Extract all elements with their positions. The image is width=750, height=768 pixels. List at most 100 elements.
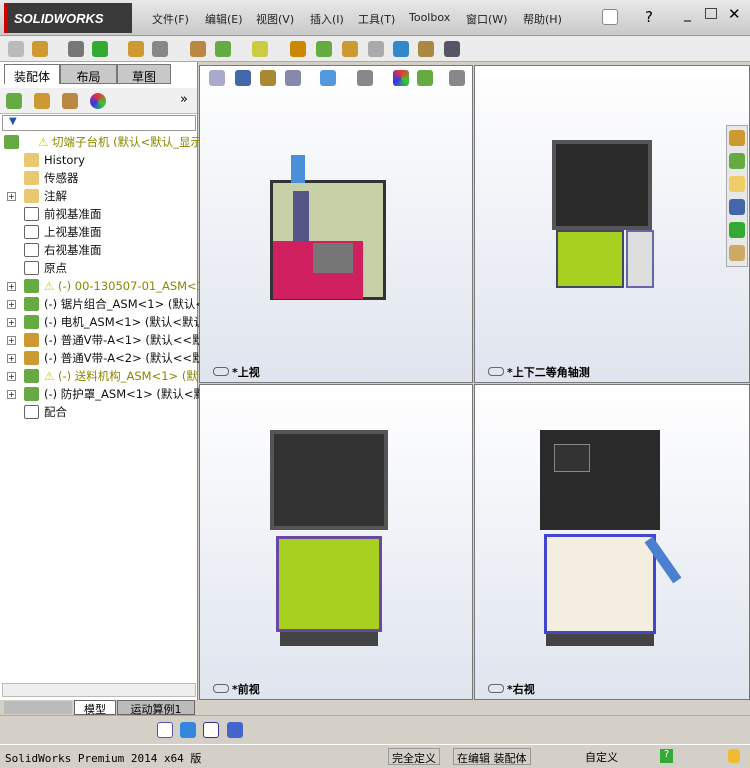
tree-item-label: (-) 防护罩_ASM<1> (默认<默: [44, 387, 205, 401]
tree-item-icon: [24, 153, 39, 167]
tree-item-icon: [24, 171, 39, 185]
tree-item-icon: [24, 225, 39, 239]
view-name: *上视: [213, 364, 260, 380]
menu-item[interactable]: 插入(I): [310, 11, 344, 27]
menu-item[interactable]: 帮助(H): [523, 11, 562, 27]
report-icon[interactable]: [227, 722, 243, 738]
tree-item[interactable]: 原点: [4, 259, 198, 277]
view-label-top: *上视: [199, 65, 473, 383]
tree-item-label: (-) 普通V带-A<2> (默认<<默: [44, 351, 204, 365]
menu-item[interactable]: 窗口(W): [466, 11, 507, 27]
toolbar-tool-icon[interactable]: [152, 41, 168, 57]
tree-item[interactable]: ⚠ 切端子台机 (默认<默认_显示: [0, 133, 202, 151]
tree-item-label: (-) 00-130507-01_ASM<1>: [57, 279, 214, 293]
menu-item[interactable]: 工具(T): [358, 11, 395, 27]
tree-item-icon: [24, 315, 39, 329]
warning-icon: ⚠: [38, 135, 52, 149]
tag-icon[interactable]: [728, 749, 740, 763]
status-editing: 在编辑 装配体: [453, 748, 531, 765]
close-button[interactable]: ✕: [728, 5, 741, 23]
units-selector[interactable]: 自定义: [582, 748, 621, 765]
view-toolbar-bottom: [0, 715, 750, 744]
maximize-button[interactable]: [705, 8, 717, 19]
tree-item-label: (-) 送料机构_ASM<1> (默: [57, 369, 198, 383]
toolbar-tool-icon[interactable]: [92, 41, 108, 57]
filter-box[interactable]: ▼: [2, 115, 196, 131]
tab-sketch[interactable]: 草图: [117, 64, 171, 84]
tab-motion-study[interactable]: 运动算例1: [117, 700, 195, 716]
tree-item[interactable]: 右视基准面: [4, 241, 198, 259]
tab-nav-arrows[interactable]: [4, 701, 72, 714]
property-manager-icon[interactable]: [34, 93, 50, 109]
warning-icon: ⚠: [44, 369, 58, 383]
tree-item[interactable]: 配合: [4, 403, 198, 421]
toolbar-tool-icon[interactable]: [215, 41, 231, 57]
tree-item[interactable]: + ⚠ (-) 送料机构_ASM<1> (默: [4, 367, 198, 385]
toolbar-tool-icon[interactable]: [444, 41, 460, 57]
toolbar-tool-icon[interactable]: [368, 41, 384, 57]
tree-item-label: (-) 锯片组合_ASM<1> (默认<: [44, 297, 205, 311]
version-text: SolidWorks Premium 2014 x64 版: [5, 752, 202, 765]
show-axis-icon[interactable]: [157, 722, 173, 738]
expand-toggle[interactable]: +: [7, 336, 16, 345]
expand-toggle[interactable]: +: [7, 282, 16, 291]
configuration-manager-icon[interactable]: [62, 93, 78, 109]
toolbar-tool-icon[interactable]: [68, 41, 84, 57]
toolbar-tool-icon[interactable]: [8, 41, 24, 57]
toolbar-tool-icon[interactable]: [342, 41, 358, 57]
tree-item-label: 传感器: [44, 171, 79, 185]
tree-item[interactable]: + (-) 普通V带-A<1> (默认<<默: [4, 331, 204, 349]
tree-item[interactable]: 上视基准面: [4, 223, 198, 241]
tree-item[interactable]: 前视基准面: [4, 205, 198, 223]
tab-model[interactable]: 模型: [74, 700, 116, 716]
menu-item[interactable]: 编辑(E): [205, 11, 243, 27]
tree-item[interactable]: 传感器: [4, 169, 198, 187]
menu-item[interactable]: 视图(V): [256, 11, 294, 27]
menu-item[interactable]: Toolbox: [409, 11, 450, 24]
tree-item[interactable]: + (-) 电机_ASM<1> (默认<默认: [4, 313, 205, 331]
expand-toggle[interactable]: +: [7, 390, 16, 399]
tree-item-label: 上视基准面: [44, 225, 102, 239]
expand-toggle[interactable]: +: [7, 300, 16, 309]
tree-item-icon: [24, 279, 39, 293]
toolbar-tool-icon[interactable]: [418, 41, 434, 57]
tree-item-label: History: [44, 153, 85, 167]
view-label-front: *前视: [199, 384, 473, 700]
toolbar-tool-icon[interactable]: [190, 41, 206, 57]
minimize-button[interactable]: _: [684, 6, 691, 22]
expand-panel-icon[interactable]: »: [180, 92, 188, 107]
toolbar-tool-icon[interactable]: [252, 41, 268, 57]
expand-toggle[interactable]: +: [7, 372, 16, 381]
tab-layout[interactable]: 布局: [60, 64, 117, 84]
tree-item[interactable]: History: [4, 151, 198, 169]
display-manager-icon[interactable]: [90, 93, 106, 109]
tree-item[interactable]: + 注解: [4, 187, 198, 205]
new-document-icon[interactable]: [602, 9, 618, 25]
toolbar-tool-icon[interactable]: [32, 41, 48, 57]
tree-item-icon: [24, 351, 39, 365]
toolbar-tool-icon[interactable]: [316, 41, 332, 57]
tree-item[interactable]: + (-) 锯片组合_ASM<1> (默认<: [4, 295, 205, 313]
tree-scrollbar[interactable]: [2, 683, 196, 697]
help-icon-status[interactable]: ?: [660, 749, 673, 763]
expand-toggle[interactable]: +: [7, 192, 16, 201]
tree-item[interactable]: + (-) 普通V带-A<2> (默认<<默: [4, 349, 204, 367]
help-icon[interactable]: ?: [645, 8, 653, 26]
view-cube-icon[interactable]: [180, 722, 196, 738]
table-icon[interactable]: [203, 722, 219, 738]
menu-item[interactable]: 文件(F): [152, 11, 189, 27]
tree-item-icon: [24, 261, 39, 275]
view-name: *右视: [488, 681, 535, 697]
tree-item[interactable]: + ⚠ (-) 00-130507-01_ASM<1>: [4, 277, 214, 295]
expand-toggle[interactable]: +: [7, 318, 16, 327]
toolbar-tool-icon[interactable]: [393, 41, 409, 57]
toolbar-tool-icon[interactable]: [128, 41, 144, 57]
tree-item-label: 右视基准面: [44, 243, 102, 257]
tree-item-label: 注解: [44, 189, 67, 203]
tab-assembly[interactable]: 装配体: [4, 64, 60, 84]
expand-toggle[interactable]: +: [7, 354, 16, 363]
toolbar-tool-icon[interactable]: [290, 41, 306, 57]
tree-item[interactable]: + (-) 防护罩_ASM<1> (默认<默: [4, 385, 205, 403]
view-label-right: *右视: [474, 384, 750, 700]
feature-manager-icon[interactable]: [6, 93, 22, 109]
